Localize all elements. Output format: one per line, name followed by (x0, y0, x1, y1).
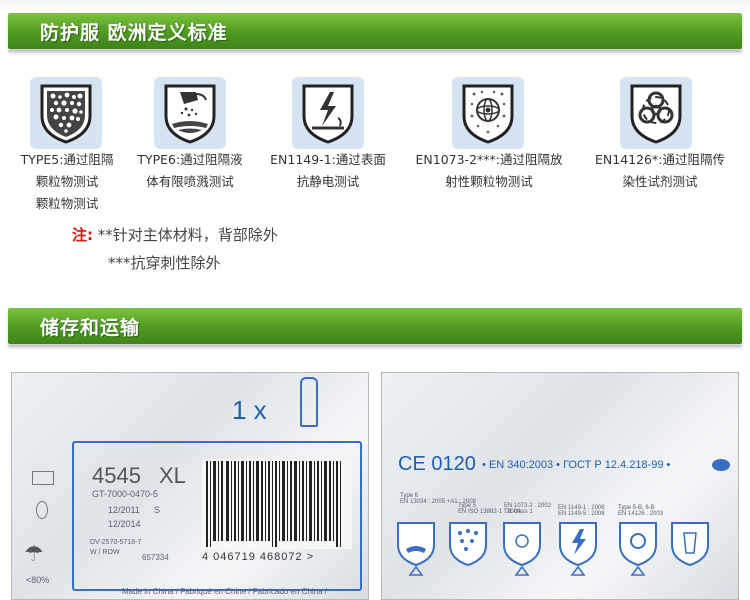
humidity-label: <80% (26, 575, 50, 585)
section-banner-storage: 储存和运输 (8, 308, 742, 350)
package-photo-left: 1 x ☂ <80% 4545 XL GT-7000-0470-5 12/201… (11, 372, 369, 600)
reference-1: DV-2570-5718-7 (90, 539, 142, 546)
biohazard-shield-icon (620, 77, 692, 149)
ce-mark: CE 0120 (398, 453, 476, 475)
caption-en14126: EN14126*:通过阻隔传 染性试剂测试 (595, 152, 725, 189)
antistatic-shield-icon (292, 77, 364, 149)
coverall-icon (300, 377, 318, 427)
umbrella-icon: ☂ (24, 541, 44, 566)
hourglass-icon (36, 501, 48, 519)
top-strip (0, 0, 750, 14)
mark-badge-icon (712, 459, 730, 471)
caption-type5: TYPE5:通过阻隔 颗粒物测试 颗粒物测试 (20, 152, 114, 211)
label-en14126: Type 5-B, 6-B EN 14126 : 2003 (618, 505, 664, 517)
caption-en1149: EN1149-1:通过表面 抗静电测试 (270, 152, 386, 189)
barcode (202, 459, 352, 549)
label-en1073: EN 1073-2 : 2002 TIL class 1 (504, 503, 552, 515)
caption-en1073: EN1073-2***:通过阻隔放 射性颗粒物测试 (415, 152, 563, 189)
label-en1149: EN 1149-1 : 2006 EN 1149-5 : 2008 (558, 505, 605, 517)
expiry-date: 12/2014 (108, 519, 141, 529)
manufacture-date: 12/2011 (108, 505, 140, 515)
liquid-spray-shield-icon (154, 77, 226, 149)
date-suffix: S (154, 505, 161, 515)
standard-line: • EN 340:2003 • ГОСТ Р 12.4.218-99 • (482, 459, 671, 471)
package-photo-right: CE 0120 • EN 340:2003 • ГОСТ Р 12.4.218-… (381, 372, 739, 600)
barcode-number: 4 046719 468072 > (202, 551, 315, 563)
caption-type6: TYPE6:通过阻隔液 体有限喷溅测试 (137, 152, 243, 189)
size-label: XL (159, 463, 186, 488)
package-pictogram-row (397, 522, 709, 576)
reference-2: W / ROW (90, 549, 120, 556)
particle-shield-icon (30, 77, 102, 149)
section-title: 防护服 欧洲定义标准 (40, 22, 228, 44)
radioactive-particle-shield-icon (452, 77, 524, 149)
note-line-2: ***抗穿刺性除外 (108, 254, 221, 272)
section-title: 储存和运输 (40, 317, 141, 339)
note-line-1: 注: **针对主体材料，背部除外 (72, 226, 278, 244)
product-code: GT-7000-0470-5 (92, 489, 159, 499)
package-count: 1 x (232, 395, 267, 425)
reference-3: 657334 (142, 553, 169, 562)
note-label: 注: (72, 226, 93, 244)
section-banner-standards: 防护服 欧洲定义标准 (8, 13, 742, 55)
model-number: 4545 (92, 463, 141, 488)
factory-icon (32, 471, 54, 485)
origin-text: Made in China / Fabriqué en Chine / Fabr… (122, 587, 328, 596)
